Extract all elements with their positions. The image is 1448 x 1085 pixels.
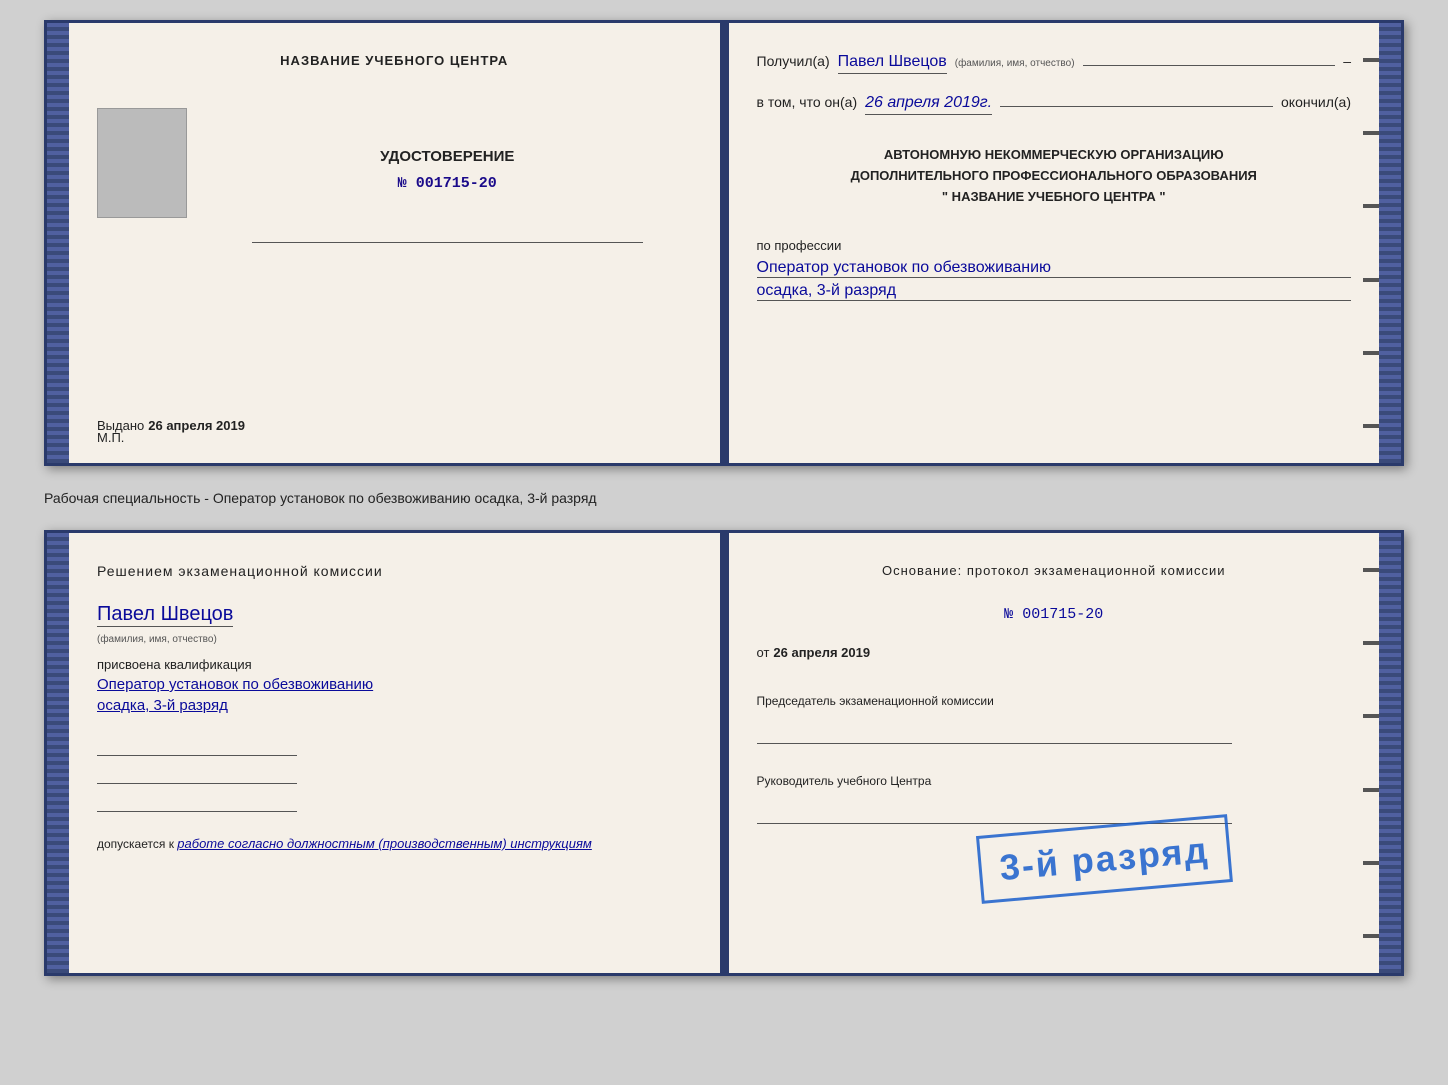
doc1-left-page: НАЗВАНИЕ УЧЕБНОГО ЦЕНТРА УДОСТОВЕРЕНИЕ №… bbox=[69, 23, 723, 463]
ot-date: 26 апреля 2019 bbox=[773, 645, 870, 660]
cert-number: № 001715-20 bbox=[398, 175, 497, 192]
document-spread-1: НАЗВАНИЕ УЧЕБНОГО ЦЕНТРА УДОСТОВЕРЕНИЕ №… bbox=[44, 20, 1404, 466]
recipient-name: Павел Швецов bbox=[838, 53, 947, 74]
finished-label: окончил(а) bbox=[1281, 94, 1351, 110]
org-line1: АВТОНОМНУЮ НЕКОММЕРЧЕСКУЮ ОРГАНИЗАЦИЮ bbox=[757, 145, 1352, 166]
допускается-value: работе согласно должностным (производств… bbox=[177, 836, 592, 851]
photo-placeholder bbox=[97, 108, 187, 218]
doc2-profession-value: Оператор установок по обезвоживанию bbox=[97, 676, 373, 693]
profession-prefix: по профессии bbox=[757, 238, 842, 253]
assigned-label: присвоена квалификация bbox=[97, 657, 252, 672]
signature-lines bbox=[97, 738, 297, 812]
decision-title: Решением экзаменационной комиссии bbox=[97, 563, 383, 579]
stamp-main: 3-й разряд bbox=[998, 829, 1211, 888]
person-note: (фамилия, имя, отчество) bbox=[97, 634, 217, 645]
doc2-rank-value: осадка, 3-й разряд bbox=[97, 697, 228, 714]
between-label: Рабочая специальность - Оператор установ… bbox=[44, 484, 1404, 512]
issued-date: 26 апреля 2019 bbox=[148, 418, 245, 433]
left-binding-strip bbox=[47, 23, 69, 463]
doc2-left-page: Решением экзаменационной комиссии Павел … bbox=[69, 533, 723, 973]
rank-value: осадка, 3-й разряд bbox=[757, 282, 1352, 301]
mp-label: М.П. bbox=[97, 430, 124, 445]
допускается-block: допускается к работе согласно должностны… bbox=[97, 836, 592, 851]
cert-label: УДОСТОВЕРЕНИЕ bbox=[380, 148, 514, 165]
recipient-note: (фамилия, имя, отчество) bbox=[955, 58, 1075, 69]
chairman-sig-line bbox=[757, 726, 1233, 744]
received-prefix: Получил(а) bbox=[757, 53, 830, 69]
person-name: Павел Швецов bbox=[97, 603, 233, 627]
osnov-title: Основание: протокол экзаменационной коми… bbox=[757, 563, 1352, 578]
protocol-number: № 001715-20 bbox=[757, 606, 1352, 623]
ot-prefix: от bbox=[757, 645, 770, 660]
stamp-overlay: 3-й разряд bbox=[976, 814, 1233, 904]
org-line2: ДОПОЛНИТЕЛЬНОГО ПРОФЕССИОНАЛЬНОГО ОБРАЗО… bbox=[757, 166, 1352, 187]
doc1-left-title: НАЗВАНИЕ УЧЕБНОГО ЦЕНТРА bbox=[280, 53, 508, 68]
rukovod-label: Руководитель учебного Центра bbox=[757, 774, 1352, 788]
doc1-right-page: Получил(а) Павел Швецов (фамилия, имя, о… bbox=[729, 23, 1380, 463]
org-line3: " НАЗВАНИЕ УЧЕБНОГО ЦЕНТРА " bbox=[757, 187, 1352, 208]
in-that-prefix: в том, что он(а) bbox=[757, 94, 858, 110]
doc2-right-page: Основание: протокол экзаменационной коми… bbox=[729, 533, 1380, 973]
profession-value: Оператор установок по обезвоживанию bbox=[757, 259, 1352, 278]
date-handwritten: 26 апреля 2019г. bbox=[865, 94, 992, 115]
ot-line: от 26 апреля 2019 bbox=[757, 645, 1352, 660]
chairman-label: Председатель экзаменационной комиссии bbox=[757, 694, 1352, 708]
left-binding-strip-2 bbox=[47, 533, 69, 973]
допускается-prefix: допускается к bbox=[97, 837, 174, 851]
document-spread-2: Решением экзаменационной комиссии Павел … bbox=[44, 530, 1404, 976]
right-binding-strip bbox=[1379, 23, 1401, 463]
right-binding-strip-2 bbox=[1379, 533, 1401, 973]
